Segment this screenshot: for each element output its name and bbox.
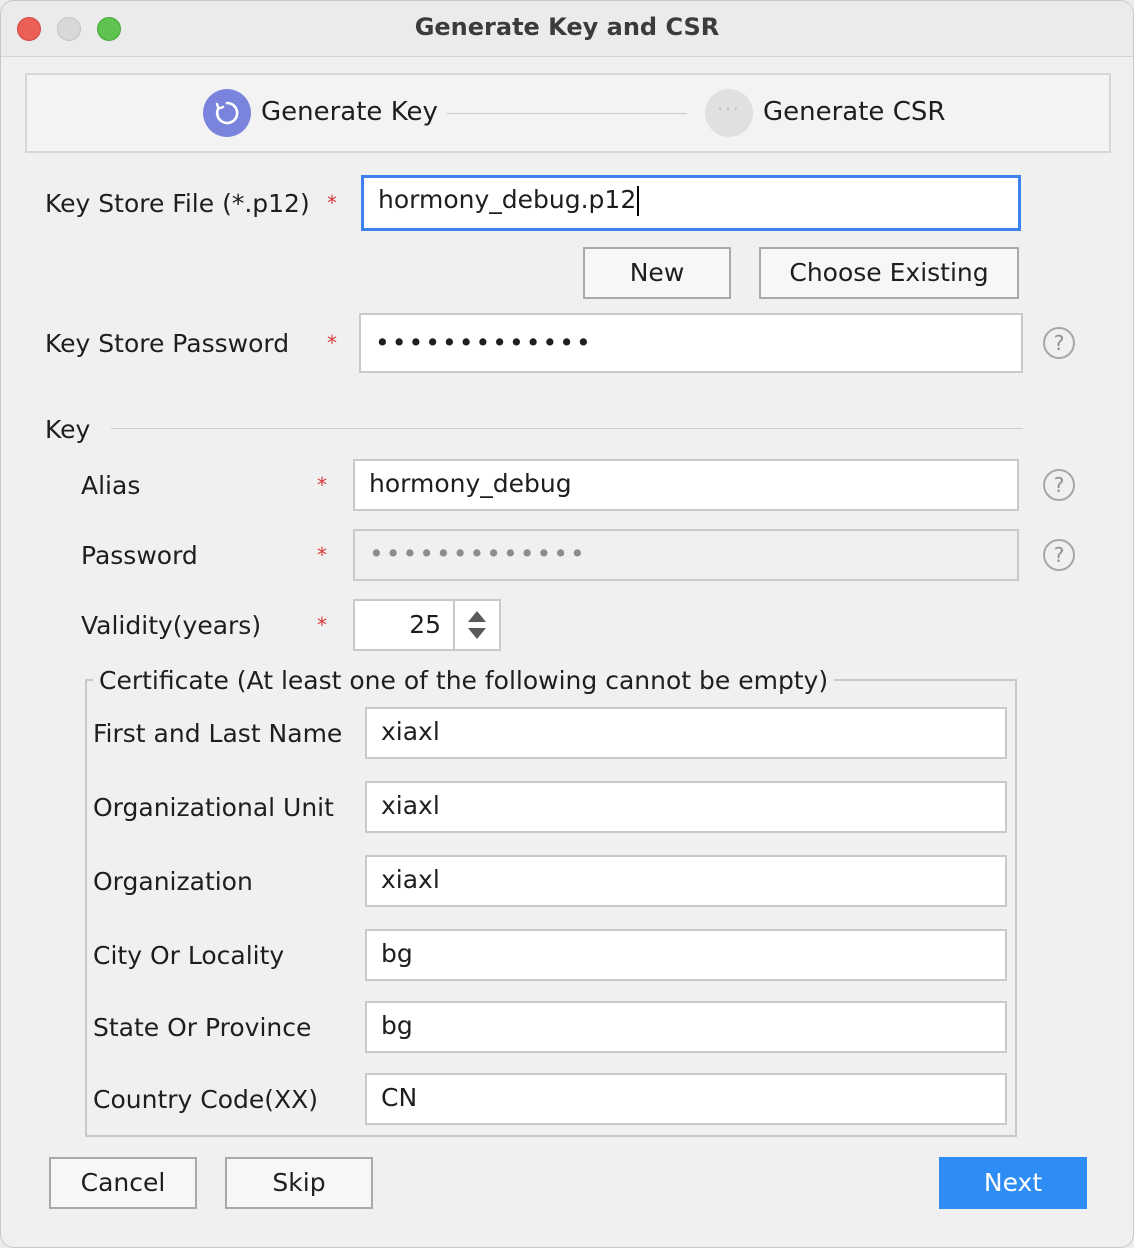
validity-stepper[interactable]: 25 [353,599,501,651]
organizational-unit-label: Organizational Unit [93,793,334,822]
skip-button[interactable]: Skip [225,1157,373,1209]
stepper-arrows[interactable] [453,601,499,649]
required-mark: * [317,613,327,637]
help-icon[interactable]: ? [1043,327,1075,359]
city-locality-input[interactable]: bg [365,929,1007,981]
window-title: Generate Key and CSR [414,13,720,41]
state-province-label: State Or Province [93,1013,312,1042]
key-password-label: Password [81,541,198,570]
first-last-name-input[interactable]: xiaxl [365,707,1007,759]
alias-label: Alias [81,471,141,500]
dialog-window: Generate Key and CSR Generate Key ··· Ge… [0,0,1134,1248]
alias-input[interactable]: hormony_debug [353,459,1019,511]
cancel-button[interactable]: Cancel [49,1157,197,1209]
help-icon[interactable]: ? [1043,469,1075,501]
validity-label: Validity(years) [81,611,262,640]
required-mark: * [317,543,327,567]
text-caret [637,186,640,216]
organization-label: Organization [93,867,253,896]
step-generate-csr: Generate CSR [763,97,946,127]
keystore-password-label: Key Store Password [45,329,290,358]
next-button[interactable]: Next [939,1157,1087,1209]
keystore-file-value: hormony_debug.p12 [378,185,637,214]
required-mark: * [327,331,337,355]
city-locality-label: City Or Locality [93,941,285,970]
step-connector [447,113,687,114]
key-password-input[interactable]: ••••••••••••• [353,529,1019,581]
country-code-label: Country Code(XX) [93,1085,319,1114]
key-section-label: Key [45,415,91,444]
first-last-name-label: First and Last Name [93,719,343,748]
decrement-arrow-icon[interactable] [468,628,486,639]
state-province-input[interactable]: bg [365,1001,1007,1053]
increment-arrow-icon[interactable] [468,611,486,622]
keystore-file-label: Key Store File (*.p12) [45,189,310,218]
validity-value: 25 [409,610,441,639]
new-keystore-button[interactable]: New [583,247,731,299]
organizational-unit-input[interactable]: xiaxl [365,781,1007,833]
keystore-file-input[interactable]: hormony_debug.p12 [361,175,1021,231]
required-mark: * [317,473,327,497]
key-section-separator [111,428,1023,429]
keystore-password-input[interactable]: ••••••••••••• [359,313,1023,373]
choose-existing-button[interactable]: Choose Existing [759,247,1019,299]
required-mark: * [327,191,337,215]
country-code-input[interactable]: CN [365,1073,1007,1125]
step-generate-key: Generate Key [261,97,438,127]
certificate-legend: Certificate (At least one of the followi… [93,666,835,695]
step-active-icon [203,89,251,137]
organization-input[interactable]: xiaxl [365,855,1007,907]
step-pending-icon: ··· [705,89,753,137]
help-icon[interactable]: ? [1043,539,1075,571]
wizard-stepper: Generate Key ··· Generate CSR [25,73,1111,153]
title-bar: Generate Key and CSR [1,1,1133,57]
